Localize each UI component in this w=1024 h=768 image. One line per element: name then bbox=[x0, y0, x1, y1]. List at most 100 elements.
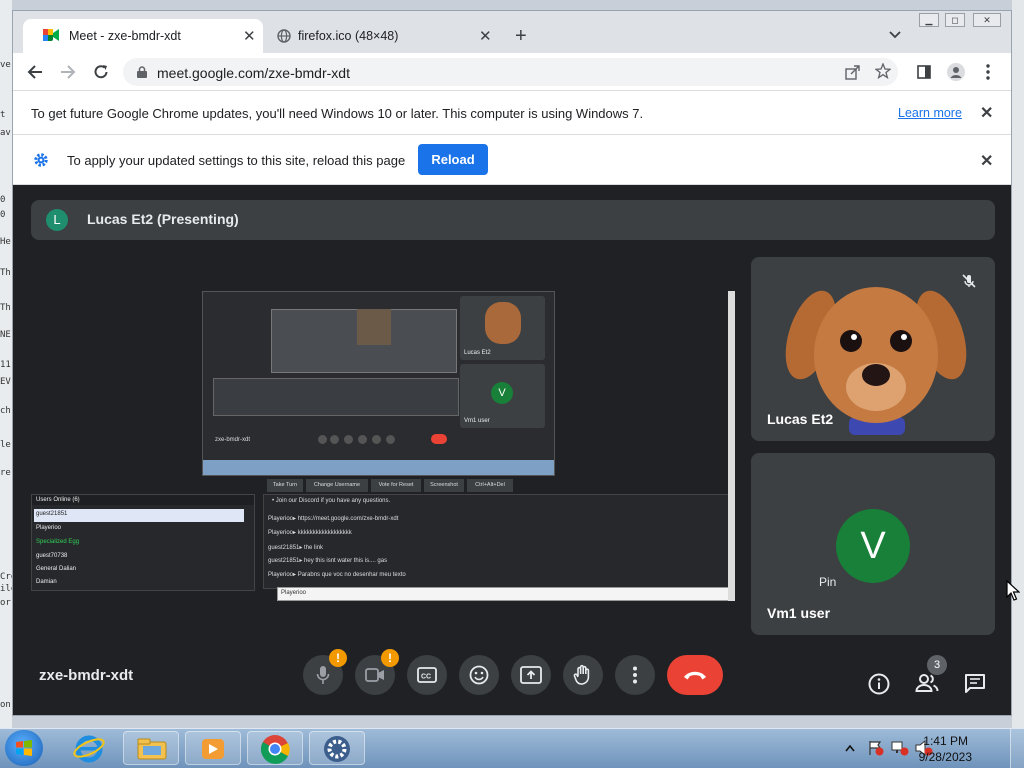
more-vert-icon[interactable] bbox=[985, 64, 991, 80]
pin-label[interactable]: Pin bbox=[819, 575, 836, 589]
inner-leave-button bbox=[431, 434, 447, 444]
new-tab-button[interactable]: + bbox=[515, 25, 527, 48]
side-panel-icon[interactable] bbox=[917, 65, 931, 79]
more-vert-icon bbox=[633, 666, 637, 684]
close-tab-icon[interactable]: ✕ bbox=[243, 27, 256, 45]
reload-button[interactable]: Reload bbox=[418, 144, 488, 175]
close-tab-icon[interactable]: ✕ bbox=[479, 27, 492, 45]
lock-icon[interactable] bbox=[137, 66, 147, 78]
mic-button[interactable]: ! bbox=[303, 649, 347, 695]
update-infobar: To get future Google Chrome updates, you… bbox=[13, 91, 1011, 135]
inner-meet-frame: zxe-bmdr-xdt Lucas Et2 V Vm1 user bbox=[202, 291, 555, 476]
inner-avatar: V bbox=[491, 382, 513, 404]
chat-line: Playerioo▸ Parabns que voc no desenhar m… bbox=[268, 572, 406, 578]
shared-screen[interactable]: zxe-bmdr-xdt Lucas Et2 V Vm1 user Take T… bbox=[31, 291, 735, 601]
inner-tile-name: Lucas Et2 bbox=[464, 350, 491, 356]
meet-stage: L Lucas Et2 (Presenting) zxe-bmdr-xdt Lu… bbox=[13, 185, 1011, 715]
url-text[interactable]: meet.google.com/zxe-bmdr-xdt bbox=[157, 65, 350, 81]
inner-dog-avatar bbox=[485, 302, 521, 344]
desktop-text-fragment: He bbox=[0, 237, 11, 247]
close-window-button[interactable]: ✕ bbox=[973, 13, 1001, 27]
desktop-text-fragment: av bbox=[0, 128, 11, 138]
tab-search-chevron-icon[interactable] bbox=[889, 31, 901, 39]
google-meet-icon bbox=[43, 29, 59, 41]
present-button[interactable] bbox=[511, 655, 551, 695]
bookmark-star-icon[interactable] bbox=[875, 63, 891, 79]
raise-hand-icon bbox=[573, 664, 590, 685]
back-arrow-icon[interactable] bbox=[27, 64, 43, 80]
chat-icon[interactable] bbox=[964, 674, 986, 694]
participant-name: Vm1 user bbox=[767, 605, 831, 621]
profile-avatar-icon[interactable] bbox=[947, 63, 965, 81]
camera-warning-badge: ! bbox=[381, 649, 399, 667]
close-infobar-icon[interactable]: ✕ bbox=[980, 103, 993, 123]
chat-line: Playerioo▸ https://meet.google.com/zxe-b… bbox=[268, 516, 399, 522]
clock-date[interactable]: 9/28/2023 bbox=[919, 750, 972, 764]
settings-taskbar-icon[interactable] bbox=[309, 731, 365, 765]
browser-window: Meet - zxe-bmdr-xdt ✕ firefox.ico (48×48… bbox=[12, 10, 1012, 716]
change-username-button: Change Username bbox=[306, 479, 368, 492]
chat-line: guest21851▸ the link bbox=[268, 545, 324, 551]
user-item: Playerioo bbox=[36, 525, 62, 531]
inner-tile-vm1: V Vm1 user bbox=[460, 364, 545, 428]
learn-more-link[interactable]: Learn more bbox=[898, 106, 962, 120]
internet-explorer-icon[interactable] bbox=[72, 733, 106, 763]
chat-panel: • Join our Discord if you have any quest… bbox=[263, 494, 733, 589]
take-turn-button: Take Turn bbox=[267, 479, 303, 492]
captions-button[interactable]: CC bbox=[407, 655, 447, 695]
ctrl-alt-del-button: Ctrl+Alt+Del bbox=[467, 479, 513, 492]
file-explorer-icon[interactable] bbox=[123, 731, 179, 765]
desktop-text-fragment: on bbox=[0, 700, 11, 710]
reload-icon[interactable] bbox=[93, 64, 109, 80]
presenter-avatar: L bbox=[46, 209, 68, 231]
presenter-bar: L Lucas Et2 (Presenting) bbox=[31, 200, 995, 240]
chat-line: Playerioo▸ kkkkkkkkkkkkkkkkkk bbox=[268, 530, 352, 536]
desktop-text-fragment: or bbox=[0, 598, 11, 608]
close-infobar-icon[interactable]: ✕ bbox=[980, 151, 993, 171]
emoji-button[interactable] bbox=[459, 655, 499, 695]
meeting-info-icon[interactable] bbox=[868, 673, 890, 695]
show-desktop-button[interactable] bbox=[1010, 729, 1024, 768]
raise-hand-button[interactable] bbox=[563, 655, 603, 695]
desktop-text-fragment: ve bbox=[0, 60, 11, 70]
forward-arrow-icon[interactable] bbox=[60, 64, 76, 80]
inner-taskbar bbox=[203, 460, 554, 475]
meet-control-bar: zxe-bmdr-xdt ! ! CC 3 bbox=[13, 635, 1011, 715]
captions-icon: CC bbox=[417, 667, 437, 683]
shared-screen-scrollbar[interactable] bbox=[728, 291, 735, 601]
desktop-text-fragment: t bbox=[0, 110, 6, 120]
vm-toolbar: Take Turn Change Username Vote for Reset… bbox=[267, 479, 527, 492]
tray-expand-icon[interactable] bbox=[845, 744, 855, 752]
share-icon[interactable] bbox=[845, 64, 861, 80]
reload-infobar-text: To apply your updated settings to this s… bbox=[67, 153, 406, 168]
user-item: General Dalian bbox=[36, 566, 77, 572]
hang-up-icon bbox=[684, 671, 706, 680]
emoji-icon bbox=[469, 665, 489, 685]
clock-time[interactable]: 1:41 PM bbox=[923, 734, 968, 748]
action-center-flag-icon[interactable] bbox=[868, 740, 884, 756]
participant-tile-lucas[interactable]: Lucas Et2 bbox=[751, 257, 995, 441]
tab-firefox-ico[interactable]: firefox.ico (48×48) ✕ bbox=[265, 19, 501, 53]
maximize-button[interactable]: ◻ bbox=[945, 13, 965, 27]
desktop-text-fragment: ch bbox=[0, 406, 11, 416]
desktop-text-fragment: 0 bbox=[0, 195, 6, 205]
participant-tile-vm1[interactable]: V Pin Vm1 user bbox=[751, 453, 995, 635]
people-button[interactable]: 3 bbox=[913, 655, 957, 699]
start-button[interactable] bbox=[5, 730, 43, 766]
present-screen-icon bbox=[520, 666, 542, 684]
more-options-button[interactable] bbox=[615, 655, 655, 695]
settings-gear-icon bbox=[34, 153, 48, 167]
people-count-badge: 3 bbox=[927, 655, 947, 675]
chrome-taskbar-icon[interactable] bbox=[247, 731, 303, 765]
desktop-text-fragment: Th bbox=[0, 303, 11, 313]
media-player-icon[interactable] bbox=[185, 731, 241, 765]
chat-input: Playerioo bbox=[277, 587, 735, 601]
address-bar[interactable]: meet.google.com/zxe-bmdr-xdt bbox=[123, 58, 898, 86]
chat-input-name: Playerioo bbox=[281, 590, 307, 596]
minimize-button[interactable]: ▁ bbox=[919, 13, 939, 27]
camera-button[interactable]: ! bbox=[355, 649, 399, 695]
leave-call-button[interactable] bbox=[667, 655, 723, 695]
desktop-text-fragment: re bbox=[0, 468, 11, 478]
tab-meet[interactable]: Meet - zxe-bmdr-xdt ✕ bbox=[23, 19, 263, 53]
network-icon[interactable] bbox=[891, 740, 909, 756]
